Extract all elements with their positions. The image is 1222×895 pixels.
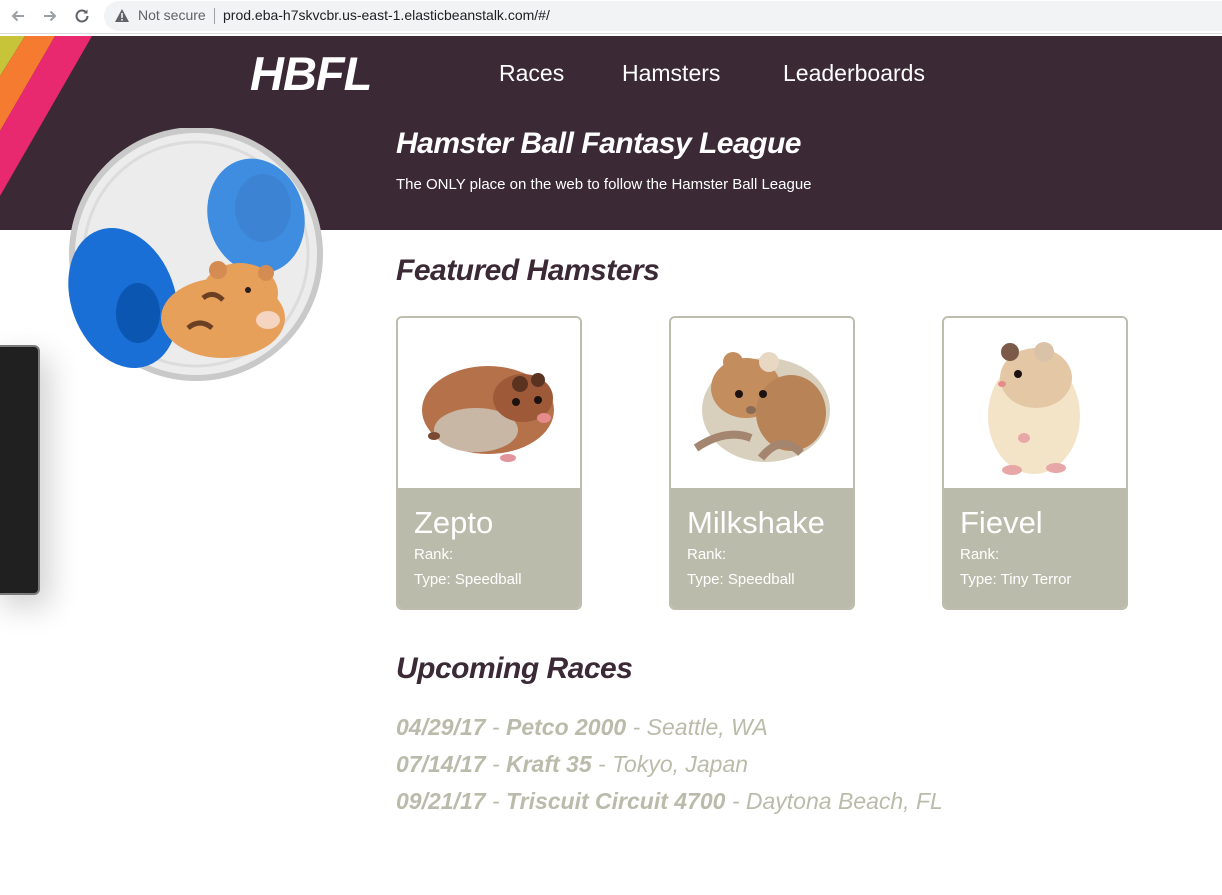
race-separator: - [485,714,506,740]
hamster-name: Fievel [960,505,1043,540]
featured-title: Featured Hamsters [396,254,660,287]
url-text[interactable]: prod.eba-h7skvcbr.us-east-1.elasticbeans… [223,7,550,23]
hamster-rank: Rank: [687,546,727,563]
hamster-rank: Rank: [960,546,1000,563]
race-name: Kraft 35 [505,751,592,777]
hamster-name: Milkshake [687,505,825,540]
hamster-ball-illustration [68,128,323,381]
nav-hamsters[interactable]: Hamsters [622,60,720,87]
browser-toolbar: Not secure prod.eba-h7skvcbr.us-east-1.e… [0,0,1222,34]
race-name: Triscuit Circuit 4700 [505,788,726,814]
back-button[interactable] [6,4,30,28]
address-bar[interactable]: Not secure prod.eba-h7skvcbr.us-east-1.e… [104,1,1222,31]
address-divider [214,8,215,24]
arrow-right-icon [44,10,57,22]
race-separator: - [725,788,746,814]
warning-icon [115,9,129,22]
race-item[interactable]: 07/14/17 - Kraft 35 - Tokyo, Japan [396,751,748,778]
hamster-card-milkshake[interactable]: Milkshake Rank: Type: Speedball [669,316,855,610]
site-logo[interactable]: HBFL [250,46,372,101]
hamster-type: Type: Speedball [414,571,522,588]
hamster-rank: Rank: [414,546,454,563]
race-separator: - [485,751,506,777]
arrow-left-icon [11,10,24,22]
page-title: Hamster Ball Fantasy League [396,127,802,160]
race-separator: - [591,751,613,777]
nav-leaderboards[interactable]: Leaderboards [783,60,925,87]
hamster-type: Type: Tiny Terror [960,571,1072,588]
hamster-card-fievel[interactable]: Fievel Rank: Type: Tiny Terror [942,316,1128,610]
race-location: Daytona Beach, FL [745,788,943,814]
hamster-image [398,318,580,488]
reload-button[interactable] [70,4,94,28]
race-location: Seattle, WA [646,714,768,740]
page-subtitle: The ONLY place on the web to follow the … [396,176,812,193]
reload-icon [75,9,89,23]
hamster-image [671,318,853,488]
race-separator: - [485,788,506,814]
nav-races[interactable]: Races [499,60,564,87]
card-details: Milkshake Rank: Type: Speedball [671,488,853,608]
card-details: Fievel Rank: Type: Tiny Terror [944,488,1126,608]
hamster-type: Type: Speedball [687,571,795,588]
security-label[interactable]: Not secure [138,7,206,23]
side-panel [0,345,40,595]
race-item[interactable]: 04/29/17 - Petco 2000 - Seattle, WA [396,714,768,741]
hamster-name: Zepto [414,505,494,540]
hamster-image [944,318,1126,488]
forward-button[interactable] [38,4,62,28]
card-details: Zepto Rank: Type: Speedball [398,488,580,608]
race-item[interactable]: 09/21/17 - Triscuit Circuit 4700 - Dayto… [396,788,943,815]
race-name: Petco 2000 [505,714,627,740]
race-date: 04/29/17 [396,714,486,740]
races-title: Upcoming Races [396,652,633,685]
hamster-card-zepto[interactable]: Zepto Rank: Type: Speedball [396,316,582,610]
race-date: 09/21/17 [396,788,486,814]
race-separator: - [626,714,647,740]
race-location: Tokyo, Japan [612,751,749,777]
race-date: 07/14/17 [396,751,486,777]
